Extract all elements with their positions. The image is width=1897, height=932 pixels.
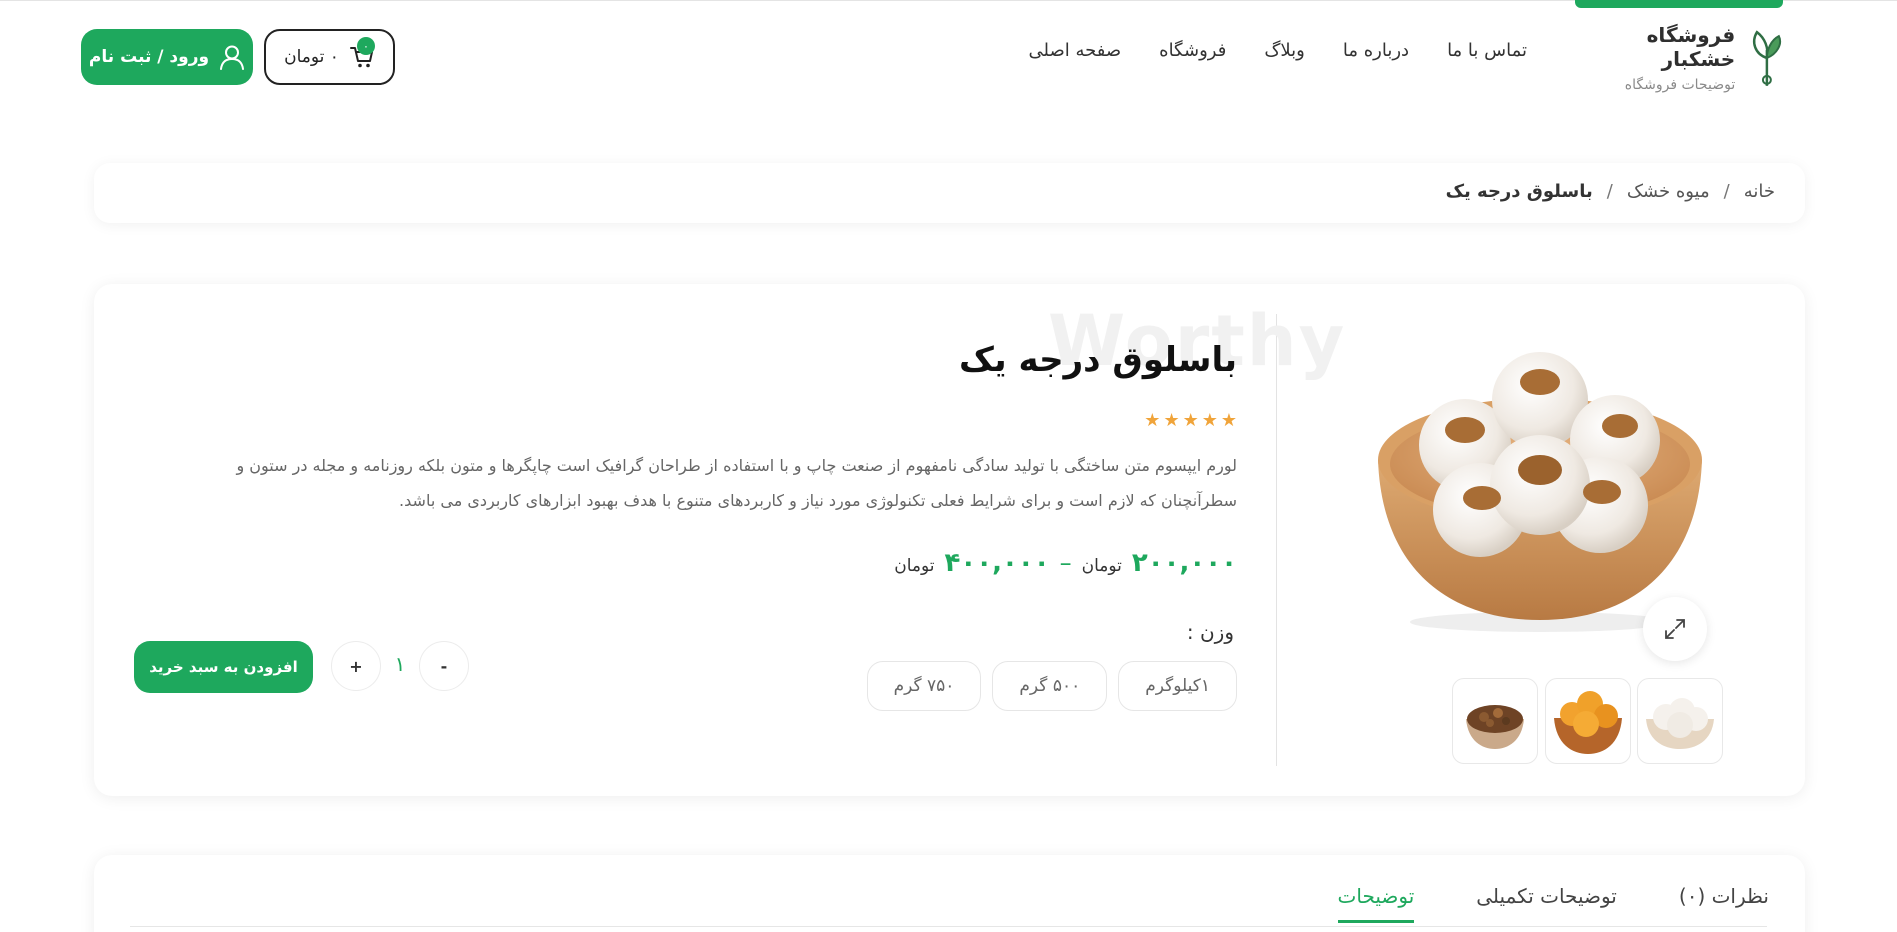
main-nav: صفحه اصلی فروشگاه وبلاگ درباره ما تماس ب… — [1029, 40, 1528, 61]
baslogh-thumb-image — [1646, 698, 1714, 749]
nav-item-blog[interactable]: وبلاگ — [1264, 40, 1305, 61]
product-description: لورم ایپسوم متن ساختگی با تولید سادگی نا… — [236, 456, 1237, 510]
breadcrumb-home[interactable]: خانه — [1744, 181, 1775, 202]
star-icon: ★ — [1182, 410, 1199, 431]
cart-button[interactable]: ۰ ۰ تومان — [264, 29, 395, 85]
nuts-thumb-image — [1466, 705, 1524, 749]
price-currency: تومان — [894, 556, 935, 576]
login-button[interactable]: ورود / ثبت نام — [81, 29, 253, 85]
baslogh-balls — [1419, 352, 1660, 557]
add-to-cart-button[interactable]: افزودن به سبد خرید — [134, 641, 313, 693]
quantity-decrease-button[interactable]: - — [419, 641, 469, 691]
cart-icon: ۰ — [349, 37, 375, 69]
product-tabs: توضیحات توضیحات تکمیلی نظرات (۰) — [1337, 884, 1769, 923]
thumbnail-baslogh[interactable] — [1637, 678, 1723, 764]
nav-item-about[interactable]: درباره ما — [1343, 40, 1409, 61]
nav-item-contact[interactable]: تماس با ما — [1447, 40, 1527, 61]
breadcrumb-category[interactable]: میوه خشک — [1627, 181, 1710, 202]
expand-icon — [1665, 619, 1685, 639]
cart-total: ۰ تومان — [284, 47, 339, 67]
weight-option-1kg[interactable]: ۱کیلوگرم — [1118, 661, 1237, 711]
brand[interactable]: فروشگاه خشکبار توضیحات فروشگاه — [1567, 23, 1787, 93]
nav-item-home[interactable]: صفحه اصلی — [1029, 40, 1122, 61]
weight-options: ۱کیلوگرم ۵۰۰ گرم ۷۵۰ گرم — [866, 661, 1237, 711]
cart-count-badge: ۰ — [356, 37, 375, 55]
breadcrumb-separator: / — [1723, 181, 1730, 202]
tabs-divider — [130, 926, 1767, 927]
nav-item-shop[interactable]: فروشگاه — [1159, 40, 1226, 61]
breadcrumb-current: باسلوق درجه یک — [1445, 181, 1593, 202]
weight-option-750g[interactable]: ۷۵۰ گرم — [866, 661, 982, 711]
tab-description[interactable]: توضیحات — [1337, 884, 1415, 923]
leaf-logo-icon — [1753, 30, 1782, 86]
breadcrumb: خانه / میوه خشک / باسلوق درجه یک — [1446, 181, 1775, 202]
tab-reviews[interactable]: نظرات (۰) — [1679, 884, 1769, 923]
tab-additional-info[interactable]: توضیحات تکمیلی — [1476, 884, 1617, 923]
breadcrumb-separator: / — [1606, 181, 1613, 202]
price-currency: تومان — [1081, 556, 1122, 576]
brand-subtitle: توضیحات فروشگاه — [1624, 77, 1736, 93]
rating-stars: ★ ★ ★ ★ ★ — [1144, 410, 1237, 431]
price-max: ۴۰۰,۰۰۰ — [944, 548, 1050, 578]
thumbnail-dried-apricot[interactable] — [1545, 678, 1631, 764]
weight-label: وزن : — [1186, 620, 1234, 644]
thumbnail-mixed-nuts[interactable] — [1452, 678, 1538, 764]
quantity-increase-button[interactable]: + — [331, 641, 381, 691]
star-icon: ★ — [1163, 410, 1180, 431]
brand-name: فروشگاه خشکبار — [1646, 23, 1736, 71]
price-dash: – — [1059, 549, 1072, 577]
quantity-value[interactable]: ۱ — [389, 652, 411, 676]
brand-accent-bar — [1575, 0, 1783, 8]
apricot-thumb-image — [1554, 691, 1622, 754]
weight-option-500g[interactable]: ۵۰۰ گرم — [992, 661, 1108, 711]
login-label: ورود / ثبت نام — [88, 47, 210, 67]
star-icon: ★ — [1220, 410, 1237, 431]
product-title: باسلوق درجه یک — [959, 340, 1237, 380]
price-min: ۲۰۰,۰۰۰ — [1131, 548, 1237, 578]
star-icon: ★ — [1144, 410, 1161, 431]
breadcrumb-card: خانه / میوه خشک / باسلوق درجه یک — [94, 163, 1805, 223]
zoom-button[interactable] — [1643, 597, 1707, 661]
product-main-image[interactable] — [1370, 330, 1710, 635]
user-icon — [220, 45, 245, 70]
price-range: ۲۰۰,۰۰۰ تومان – ۴۰۰,۰۰۰ تومان — [894, 548, 1237, 578]
star-icon: ★ — [1201, 410, 1218, 431]
